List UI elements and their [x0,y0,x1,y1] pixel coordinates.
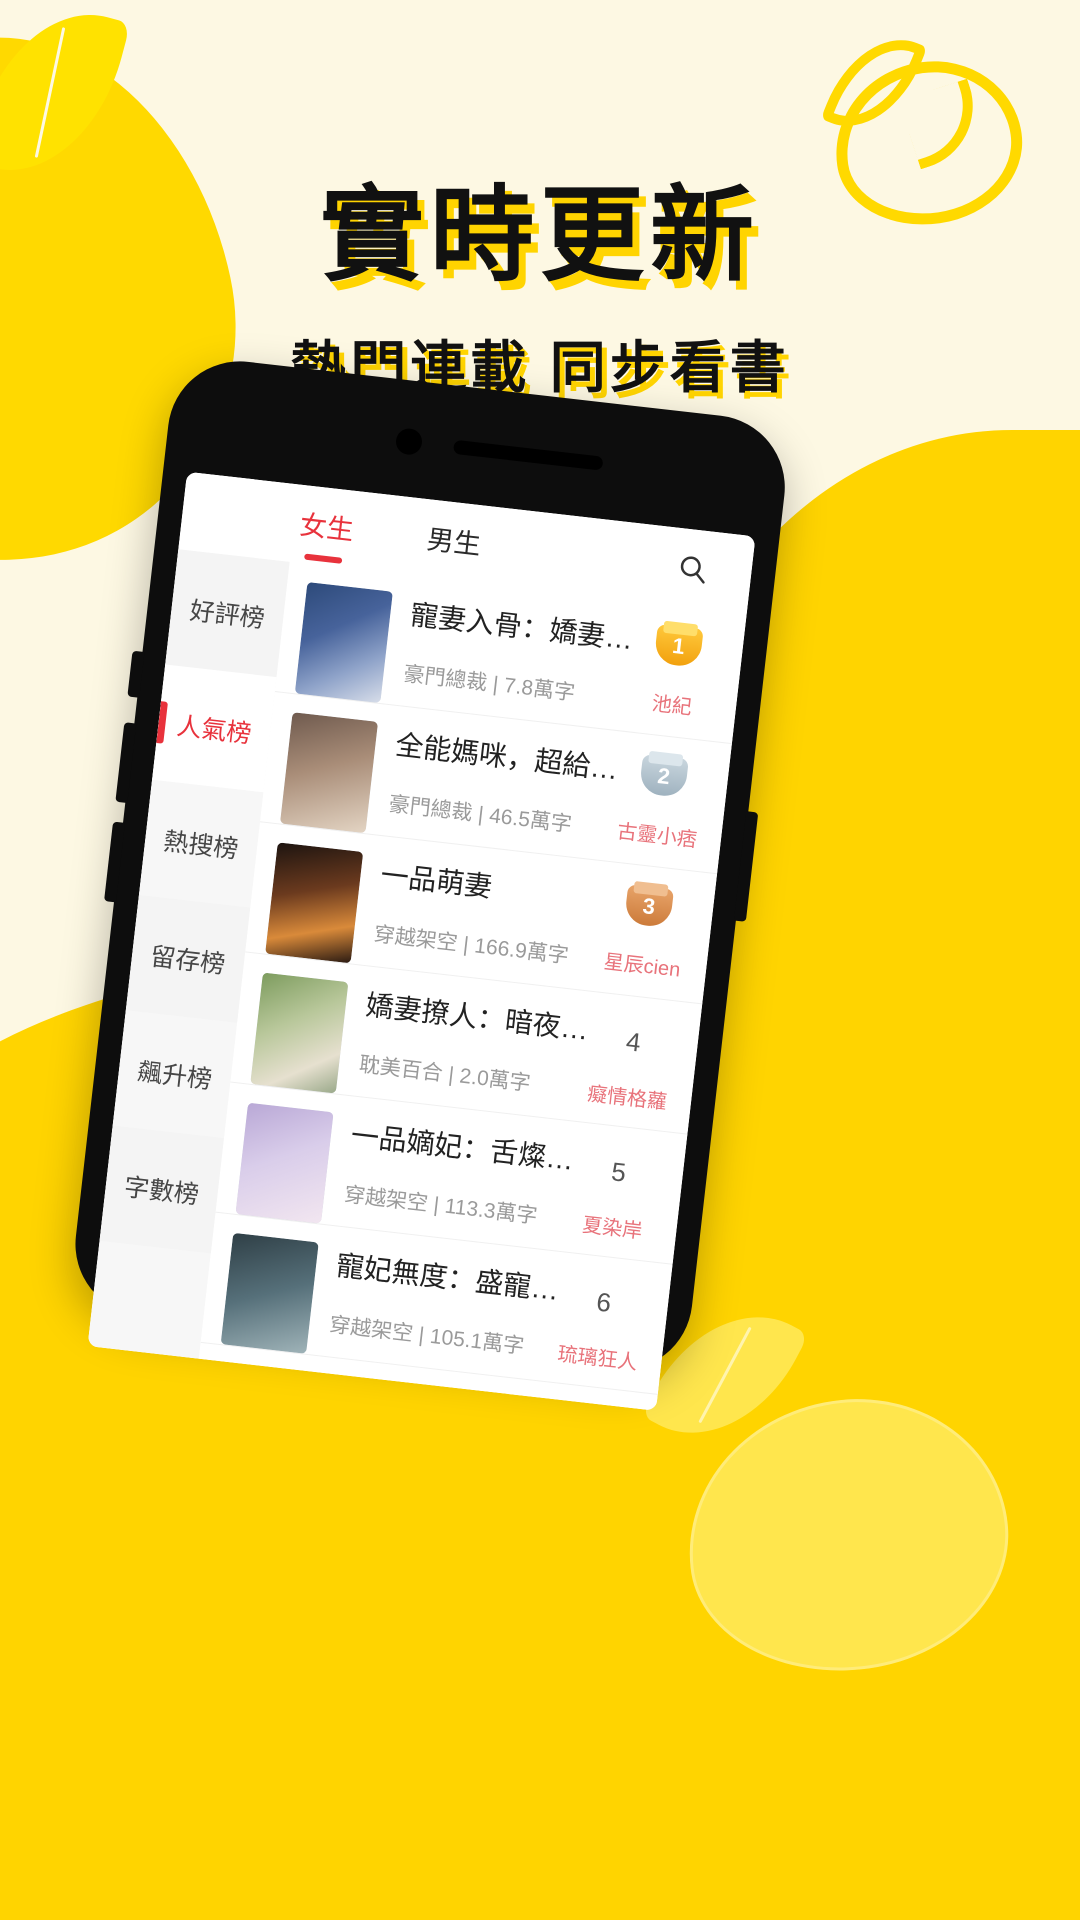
promo-text-block: 實時更新 熱門連載 同步看書 [0,150,1080,404]
book-info: 全能媽咪，超給力！ 豪門總裁 | 46.5萬字 [367,722,624,843]
book-meta: 豪門總裁 | 46.5萬字 [387,792,573,837]
book-title: 一品嫡妃：舌燦蓮花 [349,1119,580,1178]
rank-column: 1 池紀 [629,620,723,723]
book-info: 嬌妻撩人：暗夜總裁强… 耽美百合 | 2.0萬字 [338,982,595,1103]
phone-screen: 女生 男生 好評榜 人氣榜 熱搜榜 留存榜 飆升榜 字數榜 寵妻入骨：嬌妻難養 … [87,471,756,1411]
sidebar-item-haopingbang[interactable]: 好評榜 [165,549,290,678]
book-cover [235,1102,334,1224]
book-cover [279,712,379,834]
book-title: 寵妃無度：盛寵逆天小… [334,1249,565,1308]
tab-male-label: 男生 [425,523,483,560]
phone-mockup: 女生 男生 好評榜 人氣榜 熱搜榜 留存榜 飆升榜 字數榜 寵妻入骨：嬌妻難養 … [67,353,832,1411]
phone-body: 女生 男生 好評榜 人氣榜 熱搜榜 留存榜 飆升榜 字數榜 寵妻入骨：嬌妻難養 … [67,353,793,1411]
book-info: 寵妻入骨：嬌妻難養 豪門總裁 | 7.8萬字 [382,592,639,713]
sidebar-item-label: 飆升榜 [135,1058,214,1095]
book-author: 古靈小痞 [615,820,698,852]
camera-icon [394,427,424,457]
cover-art [279,712,379,834]
book-cover [220,1232,319,1354]
rank-medal-silver: 2 [638,750,689,799]
rank-column: 5 夏染岸 [569,1140,663,1243]
cover-art [220,1232,319,1354]
tab-male[interactable]: 男生 [425,517,484,566]
content-area: 好評榜 人氣榜 熱搜榜 留存榜 飆升榜 字數榜 寵妻入骨：嬌妻難養 豪門總裁 |… [87,549,747,1411]
sidebar-item-resoubang[interactable]: 熱搜榜 [138,779,264,908]
book-author: 池紀 [650,692,693,720]
rank-medal-gold: 1 [653,620,704,668]
sidebar-item-zishubang[interactable]: 字數榜 [99,1125,224,1254]
cover-art [294,582,393,704]
book-author: 癡情格蘿 [586,1083,669,1114]
rank-number: 4 [624,1026,643,1058]
rank-number: 5 [609,1156,628,1188]
sidebar-item-liucunbang[interactable]: 留存榜 [125,894,251,1023]
book-info: 寵妃無度：盛寵逆天小… 穿越架空 | 105.1萬字 [308,1243,565,1364]
book-meta: 穿越架空 | 166.9萬字 [372,922,570,968]
speaker-grille [452,439,604,471]
book-cover [250,972,349,1094]
book-meta: 耽美百合 | 2.0萬字 [357,1052,532,1096]
book-cover [265,842,364,964]
book-meta: 穿越架空 | 105.1萬字 [328,1312,526,1358]
cover-art [235,1102,334,1224]
sidebar-item-label: 熱搜榜 [162,827,240,864]
book-meta: 豪門總裁 | 7.8萬字 [402,662,577,705]
book-list[interactable]: 寵妻入骨：嬌妻難養 豪門總裁 | 7.8萬字 1 池紀 全能媽咪，超給力！ 豪門… [198,561,747,1411]
sidebar-item-renqibang[interactable]: 人氣榜 [152,664,277,793]
rank-column: 6 琉璃狂人 [555,1271,649,1374]
book-meta: 穿越架空 | 113.3萬字 [343,1182,539,1228]
rank-column: 3 星辰cien [599,880,693,983]
rank-medal-bronze: 3 [623,880,675,929]
cover-art [265,842,364,964]
rank-column: 4 癡情格蘿 [584,1010,678,1114]
book-info: 一品萌妻 穿越架空 | 166.9萬字 [353,852,610,973]
cover-art [250,972,349,1094]
book-author: 夏染岸 [581,1214,644,1244]
app-root: 女生 男生 好評榜 人氣榜 熱搜榜 留存榜 飆升榜 字數榜 寵妻入骨：嬌妻難養 … [87,471,756,1411]
book-title: 一品萌妻 [379,859,494,903]
sidebar-item-biaoshengbang[interactable]: 飆升榜 [112,1010,238,1139]
sidebar-item-label: 字數榜 [122,1173,201,1210]
sidebar-item-label: 人氣榜 [175,712,253,749]
sidebar-item-label: 好評榜 [188,596,267,634]
book-info: 一品嫡妃：舌燦蓮花 穿越架空 | 113.3萬字 [323,1112,580,1233]
book-author: 琉璃狂人 [556,1343,639,1375]
book-author: 星辰cien [602,951,682,982]
phone-button-power [733,811,759,922]
rank-number: 6 [594,1286,613,1318]
search-icon[interactable] [676,552,709,585]
tab-female[interactable]: 女生 [298,502,357,551]
sidebar-item-label: 留存榜 [148,942,227,980]
book-title: 嬌妻撩人：暗夜總裁强… [364,989,595,1048]
page-subtitle: 熱門連載 同步看書 [290,336,790,399]
tab-female-label: 女生 [298,509,356,546]
rank-column: 2 古靈小痞 [614,750,708,853]
book-title: 全能媽咪，超給力！ [393,729,625,788]
page-title: 實時更新 [319,178,760,294]
book-title: 寵妻入骨：嬌妻難養 [408,598,639,658]
book-cover [294,582,393,704]
